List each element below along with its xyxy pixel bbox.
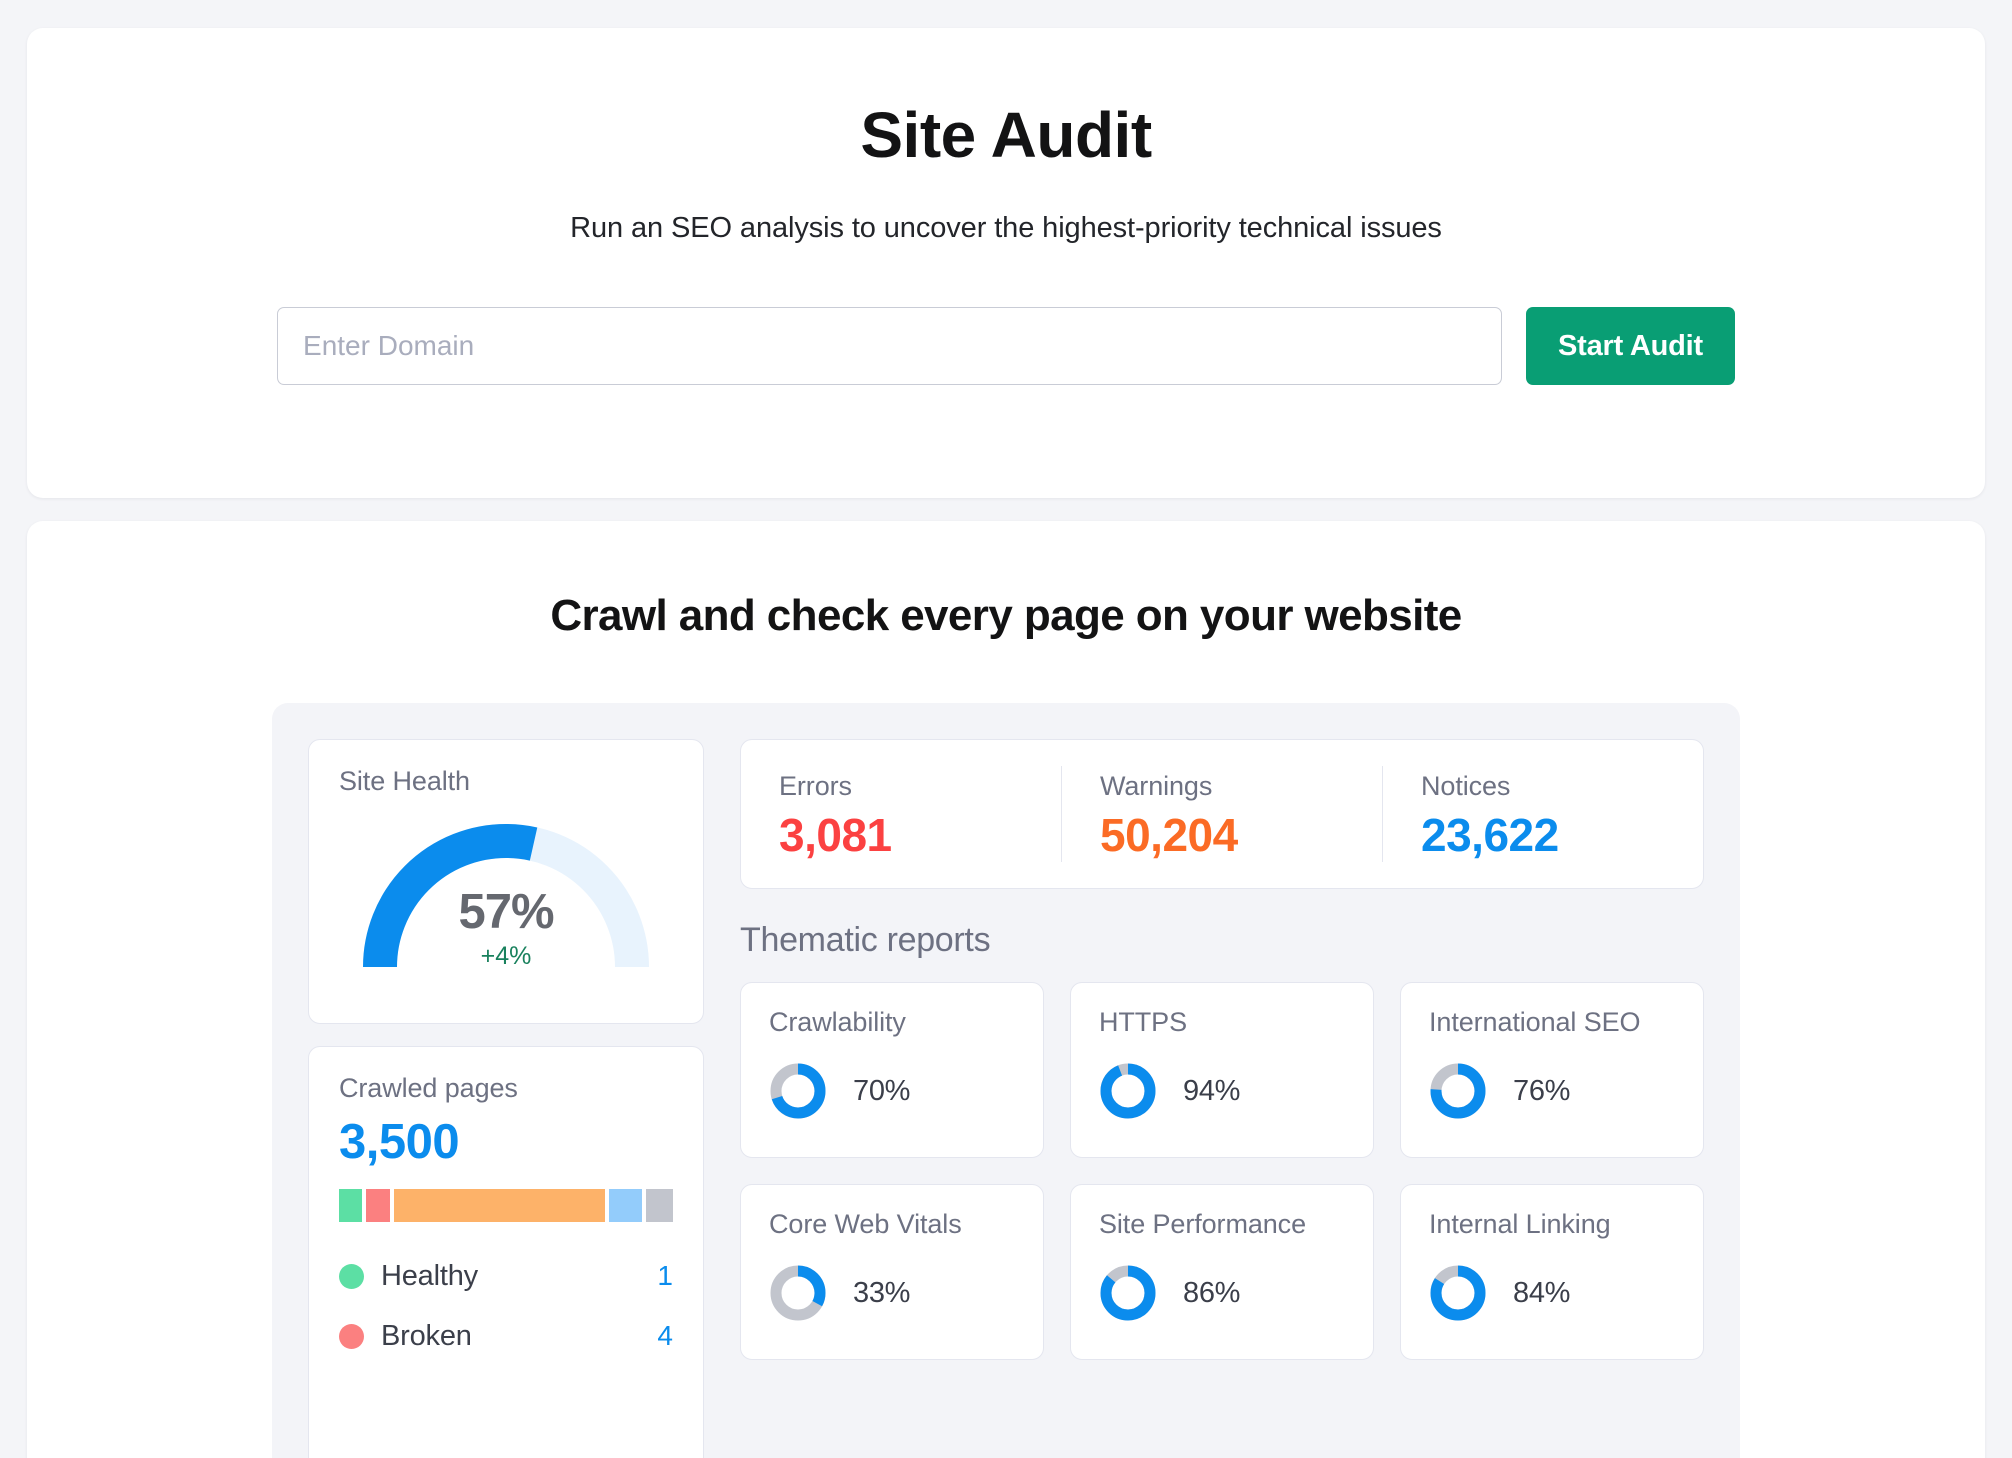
thematic-report-name: International SEO bbox=[1429, 1007, 1641, 1037]
thematic-report-name: Site Performance bbox=[1099, 1209, 1306, 1239]
thematic-report-donut bbox=[770, 1265, 826, 1321]
thematic-report-card[interactable]: Crawlability 70% bbox=[740, 982, 1044, 1158]
thematic-report-card[interactable]: Site Performance 86% bbox=[1070, 1184, 1374, 1360]
thematic-report-percent: 70% bbox=[853, 1074, 911, 1107]
issue-label: Warnings bbox=[1100, 770, 1213, 801]
site-health-gauge: 57% +4% bbox=[356, 815, 656, 975]
crawled-pages-card[interactable]: Crawled pages 3,500 Healthy 1 Broken 4 bbox=[308, 1046, 704, 1458]
crawled-pages-stacked-bar bbox=[339, 1189, 674, 1222]
audit-form: Start Audit bbox=[27, 307, 1985, 386]
thematic-report-body: 94% bbox=[1099, 1062, 1345, 1120]
site-health-card[interactable]: Site Health 57% +4% bbox=[308, 739, 704, 1024]
dashboard-preview: Site Health 57% +4% Crawled pages 3,500 … bbox=[272, 703, 1740, 1458]
issue-cell-notices[interactable]: Notices 23,622 bbox=[1382, 766, 1703, 862]
site-health-delta: +4% bbox=[480, 942, 532, 970]
dashboard-left-column: Site Health 57% +4% Crawled pages 3,500 … bbox=[308, 739, 704, 1458]
issue-label: Errors bbox=[779, 770, 852, 801]
thematic-report-donut bbox=[1100, 1063, 1156, 1119]
domain-input[interactable] bbox=[277, 307, 1503, 386]
thematic-report-donut bbox=[1430, 1265, 1486, 1321]
issue-cell-warnings[interactable]: Warnings 50,204 bbox=[1061, 766, 1382, 862]
thematic-reports-grid: Crawlability 70% HTTPS 94% International SEO… bbox=[740, 982, 1704, 1360]
thematic-report-donut bbox=[770, 1063, 826, 1119]
legend-label: Healthy bbox=[381, 1259, 478, 1292]
legend-color-dot bbox=[339, 1263, 364, 1289]
crawled-pages-label: Crawled pages bbox=[339, 1073, 518, 1103]
thematic-report-body: 70% bbox=[769, 1062, 1015, 1120]
thematic-report-name: HTTPS bbox=[1099, 1007, 1188, 1037]
legend-row[interactable]: Healthy 1 bbox=[339, 1246, 673, 1306]
stacked-bar-segment bbox=[393, 1189, 605, 1222]
issue-cell-errors[interactable]: Errors 3,081 bbox=[741, 766, 1061, 862]
thematic-report-name: Core Web Vitals bbox=[769, 1209, 962, 1239]
issue-value: 3,081 bbox=[779, 808, 892, 861]
page-subtitle: Run an SEO analysis to uncover the highe… bbox=[570, 212, 1442, 245]
legend-label: Broken bbox=[381, 1319, 472, 1352]
thematic-report-name: Crawlability bbox=[769, 1007, 906, 1037]
stacked-bar-segment bbox=[339, 1189, 363, 1222]
thematic-report-percent: 86% bbox=[1183, 1276, 1241, 1309]
legend-color-dot bbox=[339, 1323, 364, 1349]
crawled-pages-value: 3,500 bbox=[339, 1115, 460, 1169]
thematic-report-percent: 76% bbox=[1513, 1074, 1571, 1107]
thematic-report-body: 76% bbox=[1429, 1062, 1675, 1120]
thematic-report-body: 84% bbox=[1429, 1264, 1675, 1322]
legend-row[interactable]: Broken 4 bbox=[339, 1306, 673, 1366]
stacked-bar-segment bbox=[366, 1189, 390, 1222]
thematic-report-donut bbox=[1430, 1063, 1486, 1119]
site-audit-hero-card: Site Audit Run an SEO analysis to uncove… bbox=[27, 28, 1985, 498]
thematic-report-percent: 33% bbox=[853, 1276, 911, 1309]
start-audit-button[interactable]: Start Audit bbox=[1526, 307, 1735, 386]
issue-value: 23,622 bbox=[1421, 808, 1559, 861]
crawled-pages-legend: Healthy 1 Broken 4 bbox=[339, 1246, 673, 1366]
issue-summary-card: Errors 3,081 Warnings 50,204 Notices 23,622 bbox=[740, 739, 1704, 889]
stacked-bar-segment bbox=[608, 1189, 643, 1222]
legend-count[interactable]: 4 bbox=[657, 1320, 673, 1352]
thematic-report-name: Internal Linking bbox=[1429, 1209, 1611, 1239]
thematic-report-card[interactable]: HTTPS 94% bbox=[1070, 982, 1374, 1158]
dashboard-heading: Crawl and check every page on your websi… bbox=[550, 591, 1462, 640]
thematic-reports-section: Thematic reports Crawlability 70% HTTPS 94%… bbox=[740, 917, 1704, 1360]
issue-value: 50,204 bbox=[1100, 808, 1238, 861]
thematic-report-body: 33% bbox=[769, 1264, 1015, 1322]
thematic-reports-title: Thematic reports bbox=[740, 921, 991, 959]
thematic-report-percent: 84% bbox=[1513, 1276, 1571, 1309]
thematic-report-donut bbox=[1100, 1265, 1156, 1321]
site-health-readout: 57% +4% bbox=[356, 888, 656, 969]
site-health-value: 57% bbox=[458, 885, 554, 939]
page-root: Site Audit Run an SEO analysis to uncove… bbox=[0, 0, 2012, 1458]
page-title: Site Audit bbox=[860, 99, 1152, 171]
dashboard-card: Crawl and check every page on your websi… bbox=[27, 521, 1985, 1458]
thematic-report-card[interactable]: Internal Linking 84% bbox=[1400, 1184, 1704, 1360]
thematic-report-card[interactable]: International SEO 76% bbox=[1400, 982, 1704, 1158]
thematic-report-body: 86% bbox=[1099, 1264, 1345, 1322]
thematic-report-percent: 94% bbox=[1183, 1074, 1241, 1107]
issue-label: Notices bbox=[1421, 770, 1511, 801]
thematic-report-card[interactable]: Core Web Vitals 33% bbox=[740, 1184, 1044, 1360]
dashboard-right-column: Errors 3,081 Warnings 50,204 Notices 23,622 T… bbox=[740, 739, 1704, 1458]
legend-count[interactable]: 1 bbox=[657, 1260, 673, 1292]
donut-value-arc bbox=[1100, 1063, 1156, 1119]
stacked-bar-segment bbox=[646, 1189, 674, 1222]
site-health-label: Site Health bbox=[339, 766, 470, 796]
